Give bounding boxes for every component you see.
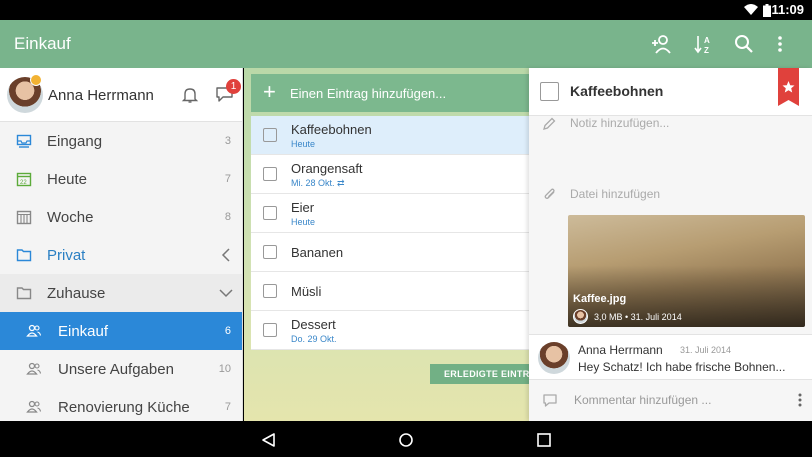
add-person-icon[interactable] (651, 33, 673, 55)
task-row[interactable]: Bananen (251, 233, 529, 272)
task-due-date: Mi. 28 Okt. ⇄ (291, 178, 345, 188)
sidebar: Anna Herrmann 1 Eingang 3 22 Heute 7 Woc… (0, 68, 243, 421)
chevron-down-icon[interactable] (219, 288, 233, 298)
avatar (573, 309, 588, 324)
task-due-date: Heute (291, 217, 316, 227)
sort-az-icon[interactable]: AZ (693, 33, 715, 55)
comment-item[interactable]: Anna Herrmann 31. Juli 2014 Hey Schatz! … (529, 334, 812, 380)
attachment-thumbnail[interactable]: Kaffee.jpg 3,0 MB • 31. Juli 2014 (568, 215, 805, 327)
more-vert-icon[interactable] (797, 392, 803, 408)
task-title: Dessert (291, 317, 336, 332)
navigation-bar (0, 421, 812, 457)
user-name: Anna Herrmann (48, 87, 154, 104)
sidebar-item-renovierung-kueche[interactable]: Renovierung Küche 7 (0, 388, 242, 421)
task-title: Orangensaft (291, 161, 363, 176)
status-time: 11:09 (771, 2, 804, 17)
app-title: Einkauf (14, 34, 71, 53)
bell-icon[interactable] (181, 86, 199, 104)
task-row[interactable]: Kaffeebohnen Heute (251, 116, 529, 155)
sidebar-item-unsere-aufgaben[interactable]: Unsere Aufgaben 10 (0, 350, 242, 388)
task-title: Bananen (291, 245, 344, 260)
more-vert-icon[interactable] (769, 33, 791, 55)
search-icon[interactable] (733, 33, 755, 55)
task-row[interactable]: Orangensaft Mi. 28 Okt. ⇄ (251, 155, 529, 194)
task-due-date: Do. 29 Okt. (291, 334, 337, 344)
task-checkbox[interactable] (263, 323, 277, 337)
comment-date: 31. Juli 2014 (680, 345, 732, 355)
chat-badge: 1 (226, 79, 241, 94)
sidebar-item-eingang[interactable]: Eingang 3 (0, 122, 242, 160)
app-bar: Einkauf AZ (0, 20, 812, 68)
comment-text: Hey Schatz! Ich habe frische Bohnen... (578, 360, 786, 374)
show-completed-button[interactable]: ERLEDIGTE EINTR (430, 364, 529, 384)
task-title: Eier (291, 200, 315, 215)
task-checkbox[interactable] (263, 284, 277, 298)
wifi-icon (744, 4, 758, 15)
add-file-button[interactable]: Datei hinzufügen (570, 187, 660, 201)
calendar-today-icon: 22 (16, 171, 32, 187)
attachment-shade (568, 215, 805, 327)
task-row[interactable]: Dessert Do. 29 Okt. (251, 311, 529, 350)
chevron-left-icon[interactable] (221, 248, 231, 262)
task-list: Kaffeebohnen Heute Orangensaft Mi. 28 Ok… (251, 116, 529, 350)
sidebar-item-zuhause[interactable]: Zuhause (0, 274, 242, 312)
battery-icon (763, 4, 771, 17)
comment-author: Anna Herrmann (578, 343, 663, 357)
shared-list-icon (26, 399, 42, 415)
task-checkbox[interactable] (263, 245, 277, 259)
task-due-date: Heute (291, 139, 316, 149)
user-header[interactable]: Anna Herrmann 1 (0, 68, 242, 122)
detail-header: Kaffeebohnen (529, 68, 812, 116)
task-checkbox[interactable] (263, 167, 277, 181)
task-checkbox[interactable] (263, 206, 277, 220)
paperclip-icon (542, 186, 558, 202)
svg-text:Z: Z (704, 46, 709, 55)
back-icon[interactable] (260, 432, 276, 448)
sidebar-item-heute[interactable]: 22 Heute 7 (0, 160, 242, 198)
avatar (538, 342, 570, 374)
recents-icon[interactable] (536, 432, 552, 448)
task-title: Kaffeebohnen (291, 122, 372, 137)
attachment-name: Kaffee.jpg (573, 293, 627, 305)
sidebar-item-woche[interactable]: Woche 8 (0, 198, 242, 236)
folder-icon (16, 285, 32, 301)
sidebar-item-einkauf[interactable]: Einkauf 6 (0, 312, 242, 350)
home-icon[interactable] (398, 432, 414, 448)
calendar-week-icon (16, 209, 32, 225)
comment-input[interactable]: Kommentar hinzufügen ... (574, 393, 711, 407)
note-input[interactable]: Notiz hinzufügen... (570, 116, 669, 130)
task-checkbox[interactable] (263, 128, 277, 142)
detail-checkbox[interactable] (540, 82, 559, 101)
pencil-icon (541, 116, 557, 132)
comment-icon (542, 392, 558, 408)
attachment-meta: 3,0 MB • 31. Juli 2014 (594, 312, 682, 322)
plus-icon[interactable]: + (263, 81, 276, 103)
task-detail-panel: Kaffeebohnen Notiz hinzufügen... Datei h… (529, 68, 812, 421)
star-ribbon-icon[interactable] (778, 68, 799, 106)
shared-list-icon (26, 323, 42, 339)
pro-star-icon (30, 74, 42, 86)
svg-text:A: A (704, 36, 710, 45)
shared-list-icon (26, 361, 42, 377)
task-row[interactable]: Müsli (251, 272, 529, 311)
svg-text:22: 22 (20, 180, 27, 186)
detail-title[interactable]: Kaffeebohnen (570, 83, 663, 99)
sidebar-item-privat[interactable]: Privat (0, 236, 242, 274)
folder-icon (16, 247, 32, 263)
inbox-icon (16, 133, 32, 149)
add-item-input[interactable]: Einen Eintrag hinzufügen... (290, 86, 446, 101)
status-bar: 11:09 (0, 0, 812, 20)
task-row[interactable]: Eier Heute (251, 194, 529, 233)
task-title: Müsli (291, 284, 322, 299)
